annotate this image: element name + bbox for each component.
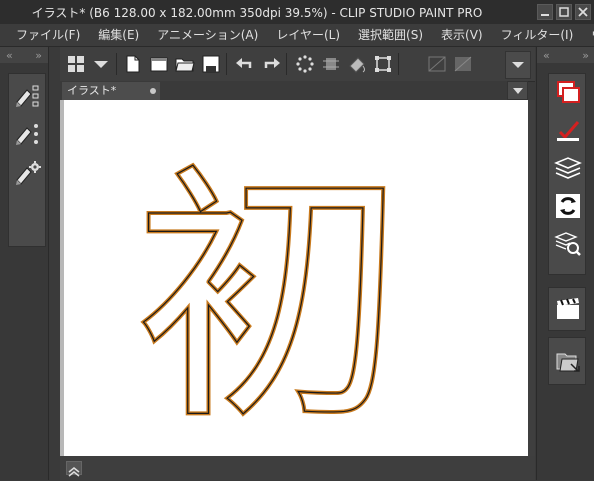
expand-right-icon: » — [35, 48, 42, 62]
undo-icon[interactable] — [234, 54, 256, 74]
redo-icon[interactable] — [260, 54, 282, 74]
left-dock: « » — [0, 47, 49, 480]
command-bar-menu-button[interactable] — [505, 51, 531, 79]
chevron-up-double-icon — [68, 467, 80, 477]
snap-ruler-icon[interactable] — [426, 54, 448, 74]
canvas-tab-bar: イラスト* — [60, 81, 528, 100]
kanji-drawing: 初 初 — [132, 139, 406, 458]
clear-selection-icon[interactable] — [294, 54, 316, 74]
maximize-button[interactable] — [556, 4, 572, 20]
layer-property-icon[interactable] — [554, 78, 582, 106]
menu-file[interactable]: ファイル(F) — [0, 24, 89, 46]
canvas-vertical-scrollbar[interactable] — [528, 100, 535, 456]
kanji-outline: 初 初 — [132, 139, 406, 458]
new-window-icon[interactable] — [148, 54, 170, 74]
command-bar — [60, 47, 535, 82]
snap-grid-icon[interactable] — [452, 54, 474, 74]
minimize-icon — [541, 14, 549, 16]
menu-animation[interactable]: アニメーション(A) — [148, 24, 267, 46]
menu-filter[interactable]: フィルター(I) — [492, 24, 583, 46]
timeline-icon[interactable] — [554, 295, 582, 323]
layer-stack-icon[interactable] — [554, 154, 582, 182]
right-panel-group-3 — [548, 337, 586, 385]
canvas-page[interactable]: 初 初 — [64, 100, 530, 458]
menu-bar: ファイル(F) 編集(E) アニメーション(A) レイヤー(L) 選択範囲(S)… — [0, 24, 594, 47]
right-panel-group-2 — [548, 287, 586, 331]
tab-close-icon[interactable] — [150, 88, 156, 94]
canvas-status-bar — [60, 456, 535, 480]
tab-menu-button[interactable] — [507, 81, 528, 100]
left-dock-collapse-bar[interactable]: « » — [0, 47, 48, 63]
sub-tool-list-icon[interactable] — [13, 82, 43, 112]
minimize-button[interactable] — [537, 4, 553, 20]
maximize-icon — [559, 7, 569, 17]
save-icon[interactable] — [200, 54, 222, 74]
crop-icon[interactable] — [320, 54, 342, 74]
fill-icon[interactable] — [346, 54, 368, 74]
collapse-left-icon: « — [543, 48, 550, 62]
tab-label: イラスト* — [67, 84, 117, 97]
menu-edit[interactable]: 編集(E) — [89, 24, 148, 46]
menu-selection[interactable]: 選択範囲(S) — [349, 24, 432, 46]
right-dock-collapse-bar[interactable]: « » — [537, 47, 594, 63]
layer-palette-icon[interactable] — [554, 116, 582, 144]
menu-window[interactable]: ウィンドウ(W) — [582, 24, 594, 46]
navigator-icon[interactable] — [554, 192, 582, 220]
toolbar-divider — [398, 53, 399, 75]
layer-search-icon[interactable] — [554, 230, 582, 258]
toolbar-divider — [116, 53, 117, 75]
material-icon[interactable] — [554, 347, 582, 375]
toolbar-divider — [286, 53, 287, 75]
chevron-down-icon — [512, 62, 524, 68]
left-tool-panel — [8, 73, 46, 247]
chevron-down-icon — [512, 87, 523, 94]
transform-icon[interactable] — [372, 54, 394, 74]
toolbar-divider — [226, 53, 227, 75]
tab-illustration[interactable]: イラスト* — [62, 82, 160, 100]
menu-view[interactable]: 表示(V) — [432, 24, 492, 46]
chevron-down-icon[interactable] — [90, 54, 112, 74]
tool-property-settings-icon[interactable] — [13, 158, 43, 188]
new-file-icon[interactable] — [122, 54, 144, 74]
close-button[interactable] — [575, 4, 591, 20]
menu-layer[interactable]: レイヤー(L) — [267, 24, 349, 46]
sub-tool-detail-icon[interactable] — [13, 120, 43, 150]
workspace-grid-icon[interactable] — [66, 54, 88, 74]
right-panel-group-1 — [548, 73, 586, 275]
title-bar: イラスト* (B6 128.00 x 182.00mm 350dpi 39.5%… — [0, 0, 594, 24]
window-title: イラスト* (B6 128.00 x 182.00mm 350dpi 39.5%… — [31, 6, 483, 20]
collapse-left-icon: « — [6, 48, 13, 62]
right-dock: « » — [536, 47, 594, 480]
close-icon — [578, 7, 588, 17]
kanji-glyph-inner: 初 — [134, 141, 404, 456]
navigator-toggle-button[interactable] — [66, 461, 82, 477]
expand-right-icon: » — [582, 48, 589, 62]
open-folder-icon[interactable] — [174, 54, 196, 74]
window-controls — [537, 4, 591, 20]
canvas-area[interactable]: 初 初 — [60, 100, 535, 458]
